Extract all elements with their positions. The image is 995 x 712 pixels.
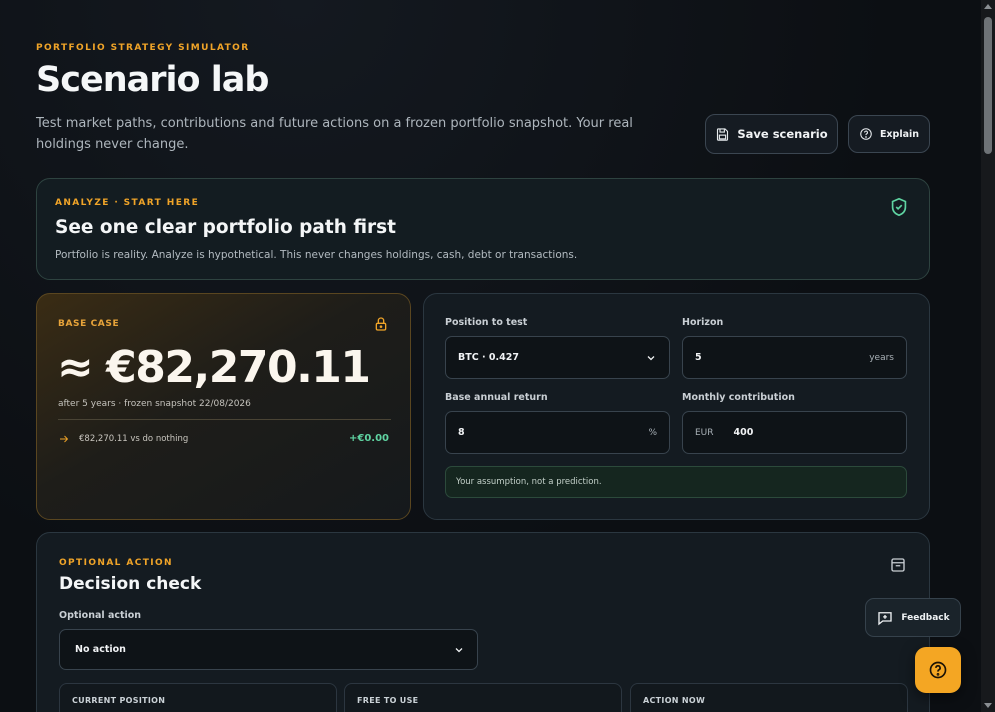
help-button[interactable] [915,647,961,693]
scroll-down-arrow[interactable] [984,703,992,708]
shield-check-icon [891,197,907,217]
explain-label: Explain [879,128,920,140]
return-input[interactable]: 8 % [445,411,670,454]
base-case-card: BASE CASE ≈ €82,270.11 after 5 years · f… [36,293,411,520]
horizon-unit: years [869,352,894,363]
lock-icon [375,317,387,331]
scroll-up-arrow[interactable] [984,4,992,9]
position-label: Position to test [445,317,528,328]
action-now-card: ACTION NOW [630,683,908,712]
horizon-label: Horizon [682,317,724,328]
scrollbar-thumb[interactable] [984,17,992,154]
assumption-note: Your assumption, not a prediction. [445,466,907,498]
chevron-down-icon [455,647,463,652]
decision-title: Decision check [59,574,202,594]
comparison-text: €82,270.11 vs do nothing [79,434,189,444]
inbox-icon [891,558,905,572]
action-select[interactable]: No action [59,629,478,670]
decision-eyebrow: OPTIONAL ACTION [59,558,173,568]
position-value: BTC · 0.427 [458,352,519,363]
delta-value: +€0.00 [348,433,389,444]
decision-card: OPTIONAL ACTION Decision check Optional … [36,532,930,712]
help-circle-icon [860,128,872,140]
free-to-use-card: FREE TO USE [344,683,622,712]
feedback-label: Feedback [901,612,950,623]
save-scenario-label: Save scenario [737,127,828,141]
save-icon [717,127,729,141]
horizon-input[interactable]: 5 years [682,336,907,379]
free-to-use-title: FREE TO USE [357,696,419,705]
help-circle-icon [929,661,947,679]
contribution-currency: EUR [695,427,714,438]
base-case-caption: after 5 years · frozen snapshot 22/08/20… [58,399,251,409]
return-label: Base annual return [445,392,548,403]
scenario-inputs-card: Position to test BTC · 0.427 Horizon 5 y… [423,293,930,520]
save-scenario-button[interactable]: Save scenario [705,114,838,154]
base-case-value: ≈ €82,270.11 [57,342,371,393]
action-value: No action [75,644,126,655]
current-position-title: CURRENT POSITION [72,696,166,705]
page-title: Scenario lab [36,60,269,100]
divider [58,419,391,420]
horizon-value: 5 [695,352,702,363]
contribution-label: Monthly contribution [682,392,795,403]
analyze-card: ANALYZE · START HERE See one clear portf… [36,178,930,280]
feedback-button[interactable]: Feedback [865,598,961,637]
page-subtitle: Test market paths, contributions and fut… [36,116,633,152]
analyze-title: See one clear portfolio path first [55,217,397,238]
analyze-eyebrow: ANALYZE · START HERE [55,198,200,208]
return-unit: % [648,427,657,438]
current-position-card: CURRENT POSITION [59,683,337,712]
chevron-down-icon [647,355,655,360]
action-label: Optional action [59,610,142,621]
page-eyebrow: PORTFOLIO STRATEGY SIMULATOR [36,43,250,53]
action-now-title: ACTION NOW [643,696,706,705]
contribution-value: 400 [733,427,754,438]
position-select[interactable]: BTC · 0.427 [445,336,670,379]
scrollbar[interactable] [981,0,995,712]
return-value: 8 [458,427,465,438]
comparison-row: €82,270.11 vs do nothing [58,433,188,445]
base-case-eyebrow: BASE CASE [58,319,120,329]
contribution-input[interactable]: EUR 400 [682,411,907,454]
explain-button[interactable]: Explain [848,115,930,153]
message-plus-icon [878,611,893,625]
analyze-description: Portfolio is reality. Analyze is hypothe… [55,249,578,261]
arrow-right-icon [60,435,69,443]
